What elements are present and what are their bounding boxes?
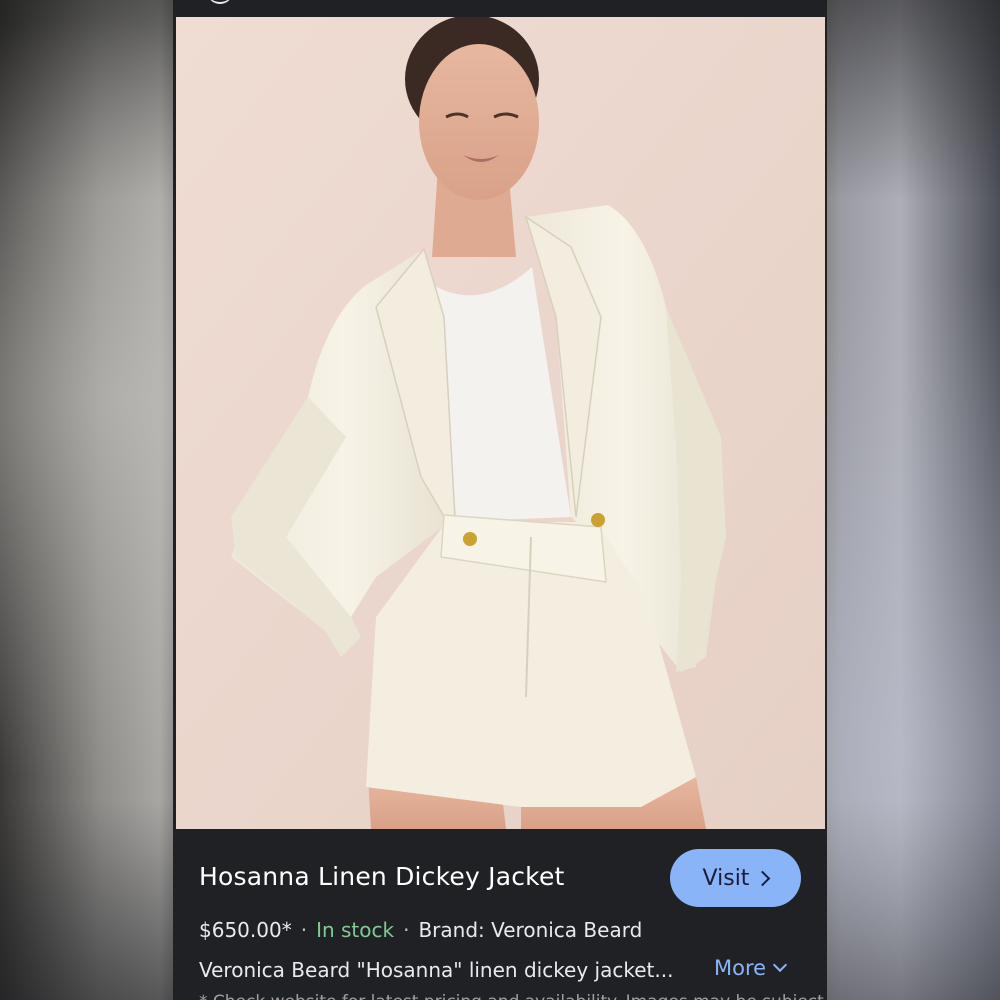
product-image[interactable]: [176, 17, 825, 829]
account-avatar-icon[interactable]: [207, 0, 233, 4]
separator: ·: [300, 918, 308, 942]
product-description: Veronica Beard "Hosanna" linen dickey ja…: [199, 958, 674, 982]
top-bar: [173, 0, 827, 17]
visit-button[interactable]: Visit: [670, 849, 801, 907]
separator: ·: [403, 918, 410, 942]
stock-status: In stock: [316, 918, 395, 942]
chevron-right-icon: [755, 870, 771, 886]
model-photo: [176, 17, 825, 829]
more-button[interactable]: More: [714, 956, 788, 980]
product-meta: $650.00* · In stock · Brand: Veronica Beard: [199, 918, 642, 942]
chevron-down-icon: [772, 957, 788, 973]
product-card: Hosanna Linen Dickey Jacket Visit $650.0…: [173, 0, 827, 1000]
visit-label: Visit: [702, 865, 750, 891]
price: $650.00*: [199, 918, 292, 942]
product-info: Hosanna Linen Dickey Jacket Visit $650.0…: [173, 829, 827, 1000]
more-label: More: [714, 956, 767, 980]
product-title[interactable]: Hosanna Linen Dickey Jacket: [199, 862, 565, 891]
brand: Brand: Veronica Beard: [418, 918, 643, 942]
disclaimer: * Check website for latest pricing and a…: [199, 992, 827, 1000]
